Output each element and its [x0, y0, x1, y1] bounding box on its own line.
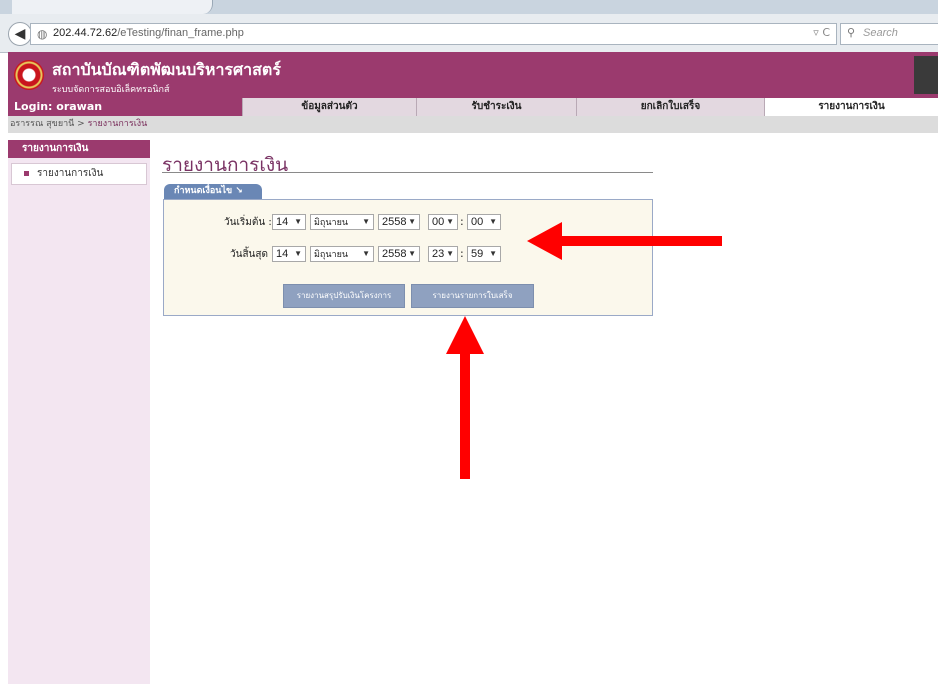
chevron-down-icon: ▼	[489, 217, 497, 226]
end-hour-value: 23	[432, 248, 445, 260]
sidebar-item-label: รายงานการเงิน	[37, 168, 104, 179]
chevron-down-icon: ▼	[294, 249, 302, 258]
search-placeholder: Search	[863, 27, 898, 39]
sidebar: รายงานการเงิน รายงานการเงิน	[8, 140, 150, 684]
site-header: สถาบันบัณฑิตพัฒนบริหารศาสตร์ ระบบจัดการส…	[8, 52, 938, 98]
summary-report-button[interactable]: รายงานสรุปรับเงินโครงการ	[283, 284, 405, 308]
browser-tabstrip	[0, 0, 938, 14]
end-year-value: 2558	[382, 248, 407, 260]
menu-personal-info[interactable]: ข้อมูลส่วนตัว	[242, 98, 416, 116]
chevron-down-icon: ▼	[446, 217, 454, 226]
main-menu: Login: orawan ข้อมูลส่วนตัว รับชำระเงิน …	[8, 98, 938, 117]
start-year-select[interactable]: 2558 ▼	[378, 214, 420, 230]
chevron-down-icon: ▼	[408, 249, 416, 258]
breadcrumb: อรารรณ สุขยานี > รายงานการเงิน	[8, 116, 938, 133]
time-colon: :	[460, 215, 464, 228]
start-hour-select[interactable]: 00 ▼	[428, 214, 458, 230]
end-month-select[interactable]: มิถุนายน ▼	[310, 246, 374, 262]
browser-tab[interactable]	[12, 0, 213, 14]
menu-financial-report[interactable]: รายงานการเงิน	[764, 98, 938, 116]
page-title: รายงานการเงิน	[162, 154, 289, 176]
end-minute-value: 59	[471, 248, 484, 260]
search-icon: ⚲	[847, 27, 856, 39]
header-side-block	[914, 56, 938, 94]
sidebar-item-financial-report[interactable]: รายงานการเงิน	[11, 163, 147, 185]
back-arrow-icon[interactable]: ◀	[8, 22, 32, 46]
end-hour-select[interactable]: 23 ▼	[428, 246, 458, 262]
browser-search-input[interactable]: ⚲ Search	[840, 23, 938, 45]
breadcrumb-separator: >	[77, 119, 85, 129]
end-date-label: วันสิ้นสุด :	[230, 249, 275, 260]
chevron-down-icon: ▼	[294, 217, 302, 226]
start-date-label: วันเริ่มต้น :	[224, 217, 272, 228]
reload-icon[interactable]: ▿ C	[813, 26, 830, 39]
breadcrumb-user: อรารรณ สุขยานี	[10, 119, 75, 129]
receipt-report-button[interactable]: รายงานรายการใบเสร็จ	[411, 284, 534, 308]
site-subtitle: ระบบจัดการสอบอิเล็คทรอนิกส์	[52, 85, 170, 95]
breadcrumb-current[interactable]: รายงานการเงิน	[88, 119, 148, 129]
chevron-down-icon: ▼	[408, 217, 416, 226]
address-bar[interactable]: ◍ 202.44.72.62/eTesting/finan_frame.php …	[30, 23, 837, 45]
left-arrow-icon	[527, 222, 722, 260]
conditions-tab[interactable]: กำหนดเงื่อนไข ↘	[164, 184, 262, 199]
start-day-value: 14	[276, 216, 289, 228]
institute-logo-icon	[14, 60, 44, 90]
start-year-value: 2558	[382, 216, 407, 228]
start-month-select[interactable]: มิถุนายน ▼	[310, 214, 374, 230]
end-month-value: มิถุนายน	[314, 249, 349, 259]
start-minute-value: 00	[471, 216, 484, 228]
url-path: /eTesting/finan_frame.php	[117, 27, 244, 39]
url-host: 202.44.72.62	[53, 27, 118, 39]
url-text: 202.44.72.62/eTesting/finan_frame.php	[53, 27, 244, 39]
globe-icon: ◍	[37, 27, 48, 41]
start-hour-value: 00	[432, 216, 445, 228]
start-day-select[interactable]: 14 ▼	[272, 214, 306, 230]
menu-receive-payment[interactable]: รับชำระเงิน	[416, 98, 576, 116]
site-title: สถาบันบัณฑิตพัฒนบริหารศาสตร์	[52, 60, 281, 79]
login-label: Login: orawan	[8, 98, 242, 116]
start-month-value: มิถุนายน	[314, 217, 349, 227]
chevron-down-icon: ▼	[362, 249, 370, 258]
title-divider	[162, 172, 653, 173]
chevron-down-icon: ▼	[446, 249, 454, 258]
time-colon: :	[460, 247, 464, 260]
sidebar-heading: รายงานการเงิน	[8, 140, 150, 158]
menu-cancel-receipt[interactable]: ยกเลิกใบเสร็จ	[576, 98, 764, 116]
bullet-icon	[24, 170, 29, 176]
end-day-value: 14	[276, 248, 289, 260]
up-arrow-icon	[446, 316, 484, 479]
end-day-select[interactable]: 14 ▼	[272, 246, 306, 262]
chevron-down-icon: ▼	[489, 249, 497, 258]
end-year-select[interactable]: 2558 ▼	[378, 246, 420, 262]
chevron-down-icon: ▼	[362, 217, 370, 226]
end-minute-select[interactable]: 59 ▼	[467, 246, 501, 262]
start-minute-select[interactable]: 00 ▼	[467, 214, 501, 230]
